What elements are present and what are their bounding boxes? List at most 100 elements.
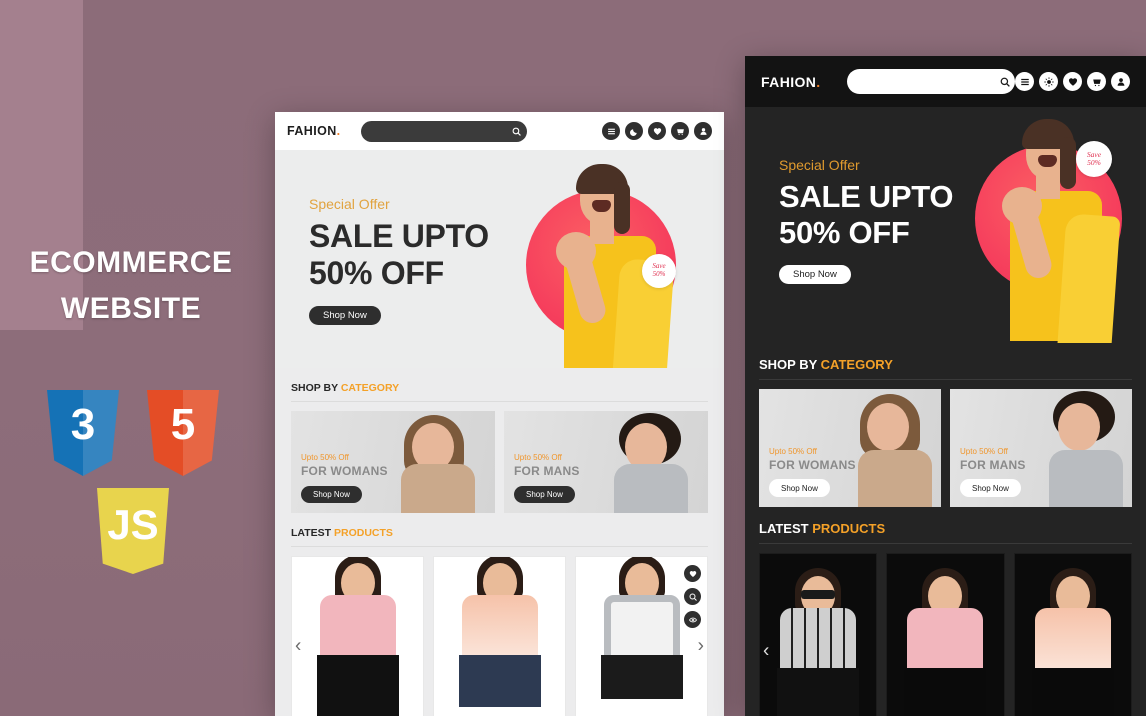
search-icon[interactable] [995, 77, 1015, 87]
search-input[interactable] [360, 126, 507, 136]
hero-shop-now-button[interactable]: Shop Now [309, 306, 381, 326]
brand-dot: . [816, 73, 821, 90]
tech-logo-group: 3 5 JS [18, 390, 248, 574]
category-card-grid: Upto 50% Off FOR WOMANS Shop Now Upto 50… [759, 389, 1132, 507]
search-icon[interactable] [507, 127, 527, 136]
category-title-plain: SHOP BY [759, 357, 821, 372]
category-divider [759, 379, 1132, 380]
products-title-plain: LATEST [291, 527, 334, 539]
hero-offer-label: Special Offer [779, 157, 860, 173]
product-card[interactable] [433, 556, 566, 716]
product-card-grid [759, 553, 1132, 716]
product-card[interactable] [886, 553, 1005, 716]
heart-icon[interactable] [648, 122, 666, 140]
heart-icon[interactable] [684, 565, 701, 582]
brand-name: FAHION [287, 124, 337, 138]
dark-hero-banner: Save 50% Special Offer SALE UPTO 50% OFF… [745, 107, 1146, 343]
cart-icon[interactable] [1087, 72, 1106, 91]
mans-category-image [1019, 389, 1132, 507]
womans-offer-label: Upto 50% Off [301, 453, 349, 462]
hero-headline-line1: SALE UPTO [309, 218, 489, 254]
womans-category-name: FOR WOMANS [769, 457, 856, 472]
product-card[interactable] [575, 556, 708, 716]
category-card-womans[interactable]: Upto 50% Off FOR WOMANS Shop Now [759, 389, 941, 507]
womans-shop-now-button[interactable]: Shop Now [301, 486, 362, 503]
search-input[interactable] [846, 76, 995, 87]
user-icon[interactable] [1111, 72, 1130, 91]
css3-logo-glyph: 3 [70, 400, 96, 449]
carousel-prev-arrow[interactable]: ‹ [763, 642, 769, 661]
dark-site-header: FAHION. [745, 56, 1146, 107]
products-title-accent: PRODUCTS [812, 521, 886, 536]
save-badge: Save 50% [1076, 141, 1112, 177]
light-hero-banner: Save 50% Special Offer SALE UPTO 50% OFF… [275, 150, 724, 368]
category-card-mans[interactable]: Upto 50% Off FOR MANS Shop Now [504, 411, 708, 513]
hero-headline-line1: SALE UPTO [779, 179, 954, 214]
brand-logo[interactable]: FAHION. [761, 74, 821, 90]
product-card[interactable] [759, 553, 878, 716]
products-title-accent: PRODUCTS [333, 527, 393, 539]
save-badge-line2: 50% [1087, 158, 1101, 167]
moon-icon[interactable] [625, 122, 643, 140]
mans-category-name: FOR MANS [960, 457, 1026, 472]
mans-category-image [582, 411, 708, 513]
header-icon-group [1015, 72, 1130, 91]
mans-card-copy: Upto 50% Off FOR MANS Shop Now [960, 447, 1026, 497]
category-card-womans[interactable]: Upto 50% Off FOR WOMANS Shop Now [291, 411, 495, 513]
mans-shop-now-button[interactable]: Shop Now [960, 479, 1021, 497]
womans-shop-now-button[interactable]: Shop Now [769, 479, 830, 497]
products-divider [291, 546, 708, 547]
dark-products-section: LATEST PRODUCTS ‹ [745, 507, 1146, 716]
eye-icon[interactable] [684, 611, 701, 628]
brand-dot: . [336, 124, 341, 138]
light-theme-preview: FAHION. Save 50% Special Offer SALE UPTO… [275, 112, 724, 716]
category-section-title: SHOP BY CATEGORY [291, 368, 708, 401]
hero-model-image [974, 107, 1132, 343]
mans-offer-label: Upto 50% Off [514, 453, 562, 462]
light-products-section: LATEST PRODUCTS ‹ › [275, 513, 724, 716]
product-card[interactable] [1013, 553, 1132, 716]
hero-copy: Special Offer SALE UPTO 50% OFF Shop Now [309, 196, 489, 326]
products-section-title: LATEST PRODUCTS [291, 513, 708, 546]
css3-logo: 3 [47, 390, 119, 476]
product-action-group [684, 565, 701, 628]
menu-icon[interactable] [1015, 72, 1034, 91]
hero-copy: Special Offer SALE UPTO 50% OFF Shop Now [779, 157, 953, 284]
category-section-title: SHOP BY CATEGORY [759, 343, 1132, 379]
product-card[interactable] [291, 556, 424, 716]
dark-theme-preview: FAHION. Save 50% Special Offer SALE UPTO… [745, 56, 1146, 716]
products-section-title: LATEST PRODUCTS [759, 507, 1132, 543]
womans-offer-label: Upto 50% Off [769, 446, 817, 456]
hero-shop-now-button[interactable]: Shop Now [779, 264, 851, 284]
search-bar[interactable] [360, 120, 527, 142]
brand-name: FAHION [761, 73, 817, 90]
heart-icon[interactable] [1063, 72, 1082, 91]
save-badge-line2: 50% [652, 270, 666, 278]
sun-icon[interactable] [1039, 72, 1058, 91]
carousel-prev-arrow[interactable]: ‹ [295, 637, 301, 656]
mans-shop-now-button[interactable]: Shop Now [514, 486, 575, 503]
hero-headline: SALE UPTO 50% OFF [779, 179, 953, 251]
womans-card-copy: Upto 50% Off FOR WOMANS Shop Now [769, 446, 856, 497]
womans-category-name: FOR WOMANS [301, 464, 388, 478]
womans-card-copy: Upto 50% Off FOR WOMANS Shop Now [301, 453, 388, 503]
carousel-next-arrow[interactable]: › [698, 637, 704, 656]
user-icon[interactable] [694, 122, 712, 140]
promo-line-2: WEBSITE [60, 292, 202, 325]
product-carousel: ‹ [759, 553, 1132, 716]
hero-offer-label: Special Offer [309, 196, 390, 212]
menu-icon[interactable] [602, 122, 620, 140]
dark-category-section: SHOP BY CATEGORY Upto 50% Off FOR WOMANS… [745, 343, 1146, 507]
category-title-plain: SHOP BY [291, 382, 341, 394]
cart-icon[interactable] [671, 122, 689, 140]
products-title-plain: LATEST [759, 521, 813, 536]
hero-headline-line2: 50% OFF [309, 255, 444, 292]
html5-logo: 5 [147, 390, 219, 476]
javascript-logo: JS [97, 488, 169, 574]
search-bar[interactable] [846, 69, 1015, 94]
hero-headline-line2: 50% OFF [779, 214, 910, 250]
category-card-mans[interactable]: Upto 50% Off FOR MANS Shop Now [950, 389, 1132, 507]
search-icon[interactable] [684, 588, 701, 605]
promo-headline: ECOMMERCE WEBSITE [0, 240, 262, 332]
brand-logo[interactable]: FAHION. [287, 124, 341, 138]
